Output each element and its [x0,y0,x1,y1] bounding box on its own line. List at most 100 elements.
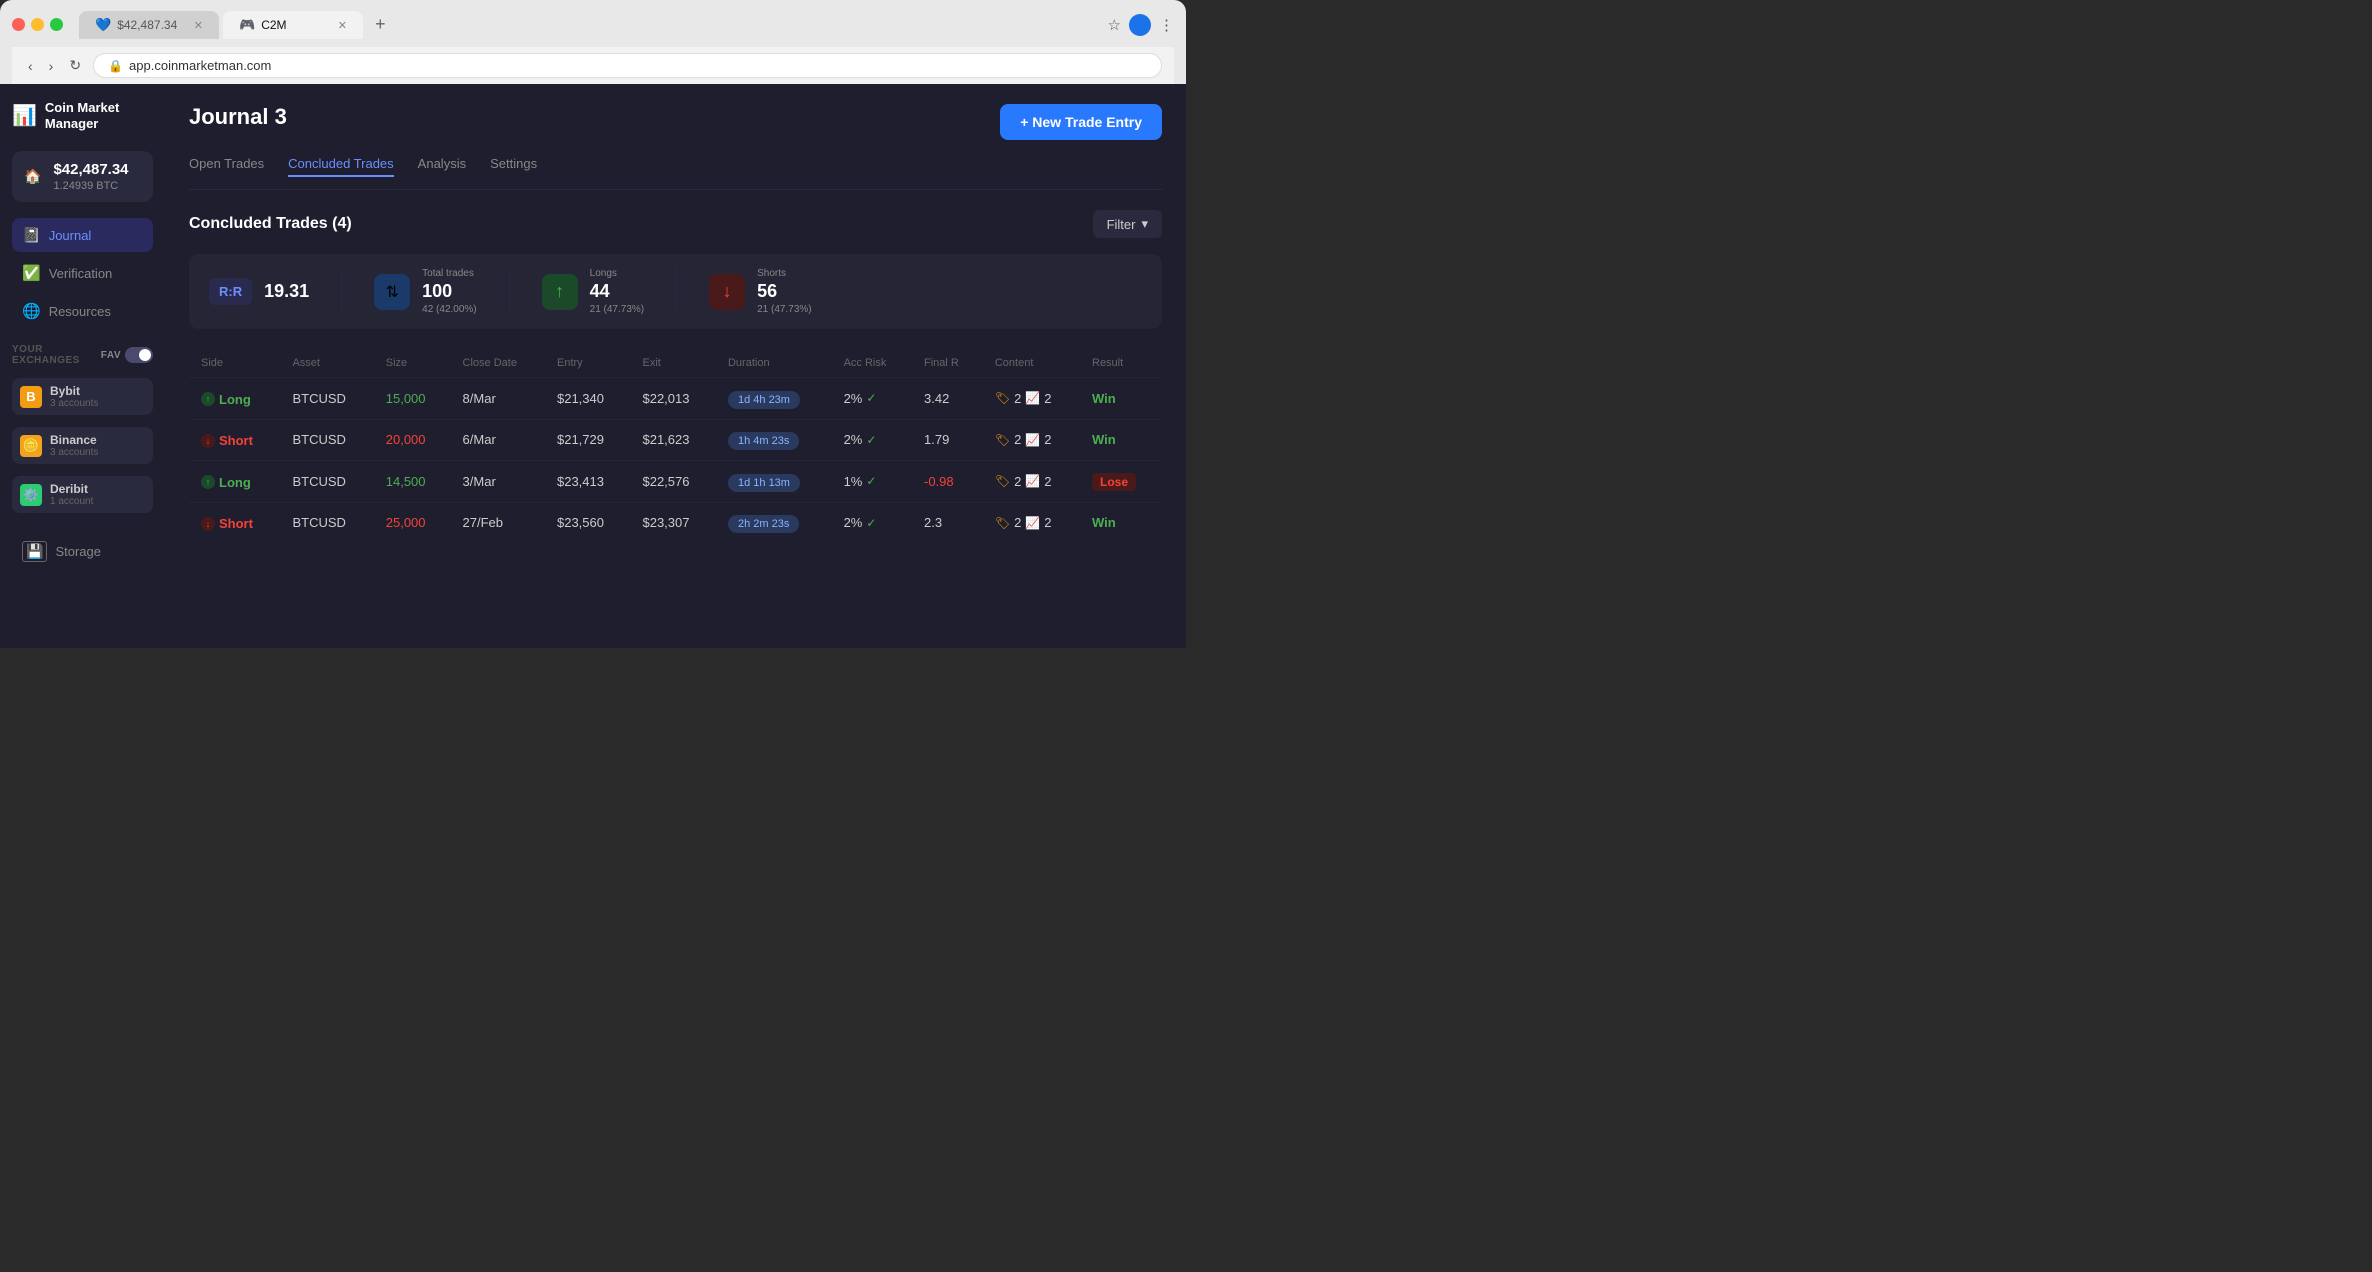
col-result: Result [1080,349,1162,378]
tab-concluded-trades[interactable]: Concluded Trades [288,156,394,177]
bybit-icon: B [20,386,42,408]
tab-open-trades[interactable]: Open Trades [189,156,264,177]
new-trade-button[interactable]: + New Trade Entry [1000,104,1162,140]
cell-exit-3: $23,307 [630,502,716,543]
longs-label: Longs [590,268,644,279]
maximize-traffic-light[interactable] [50,18,63,31]
stat-total-trades: ⇅ Total trades 100 42 (42.00%) [341,268,508,315]
chart-icon-0: 📈 [1025,391,1040,405]
sidebar-item-resources[interactable]: 🌐 Resources [12,294,153,328]
rr-details: 19.31 [264,281,309,302]
cell-duration-2: 1d 1h 13m [716,461,832,503]
table-row[interactable]: ↑ Long BTCUSD 14,500 3/Mar $23,413 $22,5… [189,461,1162,503]
binance-accounts: 3 accounts [50,447,98,458]
tab-c2m[interactable]: 🎮 C2M ✕ [223,11,363,39]
chart-icon-2: 📈 [1025,474,1040,488]
col-close-date: Close Date [451,349,545,378]
cell-risk-3: 2% ✓ [832,502,912,543]
minimize-traffic-light[interactable] [31,18,44,31]
cell-entry-0: $21,340 [545,378,631,420]
resources-icon: 🌐 [22,302,41,320]
bookmark-button[interactable]: ☆ [1108,16,1121,34]
cell-duration-1: 1h 4m 23s [716,419,832,461]
shorts-details: Shorts 56 21 (47.73%) [757,268,811,315]
cell-result-0: Win [1080,378,1162,420]
tab-close-2[interactable]: ✕ [338,19,347,32]
col-content: Content [983,349,1080,378]
wallet-card[interactable]: 🏠 $42,487.34 1.24939 BTC [12,151,153,202]
side-label-0: Long [219,392,251,407]
content-cell-1: 🏷2 📈2 [995,432,1068,447]
tabs-bar: 💙 $42,487.34 ✕ 🎮 C2M ✕ + [79,10,1100,39]
exchange-item-deribit[interactable]: ⚙️ Deribit 1 account [12,476,153,513]
exchange-item-bybit[interactable]: B Bybit 3 accounts [12,378,153,415]
close-traffic-light[interactable] [12,18,25,31]
reload-button[interactable]: ↻ [65,55,85,76]
table-body: ↑ Long BTCUSD 15,000 8/Mar $21,340 $22,0… [189,378,1162,544]
tag-icon-2: 🏷 [995,474,1010,488]
cell-side-2: ↑ Long [189,461,280,503]
stat-longs: ↑ Longs 44 21 (47.73%) [509,268,676,315]
col-duration: Duration [716,349,832,378]
menu-button[interactable]: ⋮ [1159,16,1174,34]
tab-close-1[interactable]: ✕ [194,19,203,32]
forward-button[interactable]: › [45,56,58,76]
filter-button[interactable]: Filter ▾ [1093,210,1162,238]
side-label-2: Long [219,475,251,490]
col-asset: Asset [280,349,373,378]
tab-btc-price[interactable]: 💙 $42,487.34 ✕ [79,11,219,39]
content-cell-2: 🏷2 📈2 [995,474,1068,489]
table-row[interactable]: ↑ Long BTCUSD 15,000 8/Mar $21,340 $22,0… [189,378,1162,420]
address-bar[interactable]: 🔒 app.coinmarketman.com [93,53,1162,78]
shorts-label: Shorts [757,268,811,279]
duration-badge-3: 2h 2m 23s [728,515,799,533]
cell-risk-1: 2% ✓ [832,419,912,461]
sidebar-item-storage[interactable]: 💾 Storage [12,533,153,570]
app-container: 📊 Coin Market Manager 🏠 $42,487.34 1.249… [0,84,1186,648]
concluded-title: Concluded Trades (4) [189,215,352,233]
cell-date-3: 27/Feb [451,502,545,543]
nav-tabs: Open Trades Concluded Trades Analysis Se… [189,156,1162,190]
cell-risk-0: 2% ✓ [832,378,912,420]
new-tab-button[interactable]: + [367,10,394,39]
result-badge-0: Win [1092,391,1116,406]
sidebar-item-label-journal: Journal [49,228,92,243]
tab-favicon-2: 🎮 [239,17,255,33]
sidebar-item-verification[interactable]: ✅ Verification [12,256,153,290]
back-button[interactable]: ‹ [24,56,37,76]
col-side: Side [189,349,280,378]
verification-icon: ✅ [22,264,41,282]
result-badge-3: Win [1092,515,1116,530]
tab-analysis[interactable]: Analysis [418,156,466,177]
cell-content-0: 🏷2 📈2 [983,378,1080,420]
cell-size-3: 25,000 [374,502,451,543]
cell-asset-3: BTCUSD [280,502,373,543]
exchange-item-binance[interactable]: 🪙 Binance 3 accounts [12,427,153,464]
cell-asset-2: BTCUSD [280,461,373,503]
total-trades-label: Total trades [422,268,476,279]
fav-toggle-switch[interactable] [125,347,153,363]
table-row[interactable]: ↓ Short BTCUSD 20,000 6/Mar $21,729 $21,… [189,419,1162,461]
sidebar-item-label-resources: Resources [49,304,111,319]
sidebar-item-journal[interactable]: 📓 Journal [12,218,153,252]
user-avatar[interactable] [1129,14,1151,36]
risk-cell-3: 2% ✓ [844,515,900,530]
side-label-3: Short [219,516,253,531]
total-trades-details: Total trades 100 42 (42.00%) [422,268,476,315]
tab-label-1: $42,487.34 [117,18,177,32]
journal-icon: 📓 [22,226,41,244]
cell-exit-2: $22,576 [630,461,716,503]
cell-content-2: 🏷2 📈2 [983,461,1080,503]
cell-exit-0: $22,013 [630,378,716,420]
col-final-r: Final R [912,349,983,378]
stats-row: R:R 19.31 ⇅ Total trades 100 42 (42.00%)… [189,254,1162,329]
table-row[interactable]: ↓ Short BTCUSD 25,000 27/Feb $23,560 $23… [189,502,1162,543]
tab-settings[interactable]: Settings [490,156,537,177]
total-trades-value: 100 [422,281,476,302]
storage-icon: 💾 [22,541,47,562]
cell-side-0: ↑ Long [189,378,280,420]
page-header: Journal 3 + New Trade Entry [189,104,1162,140]
trades-table: Side Asset Size Close Date Entry Exit Du… [189,349,1162,543]
cell-entry-1: $21,729 [545,419,631,461]
concluded-header: Concluded Trades (4) Filter ▾ [189,210,1162,238]
